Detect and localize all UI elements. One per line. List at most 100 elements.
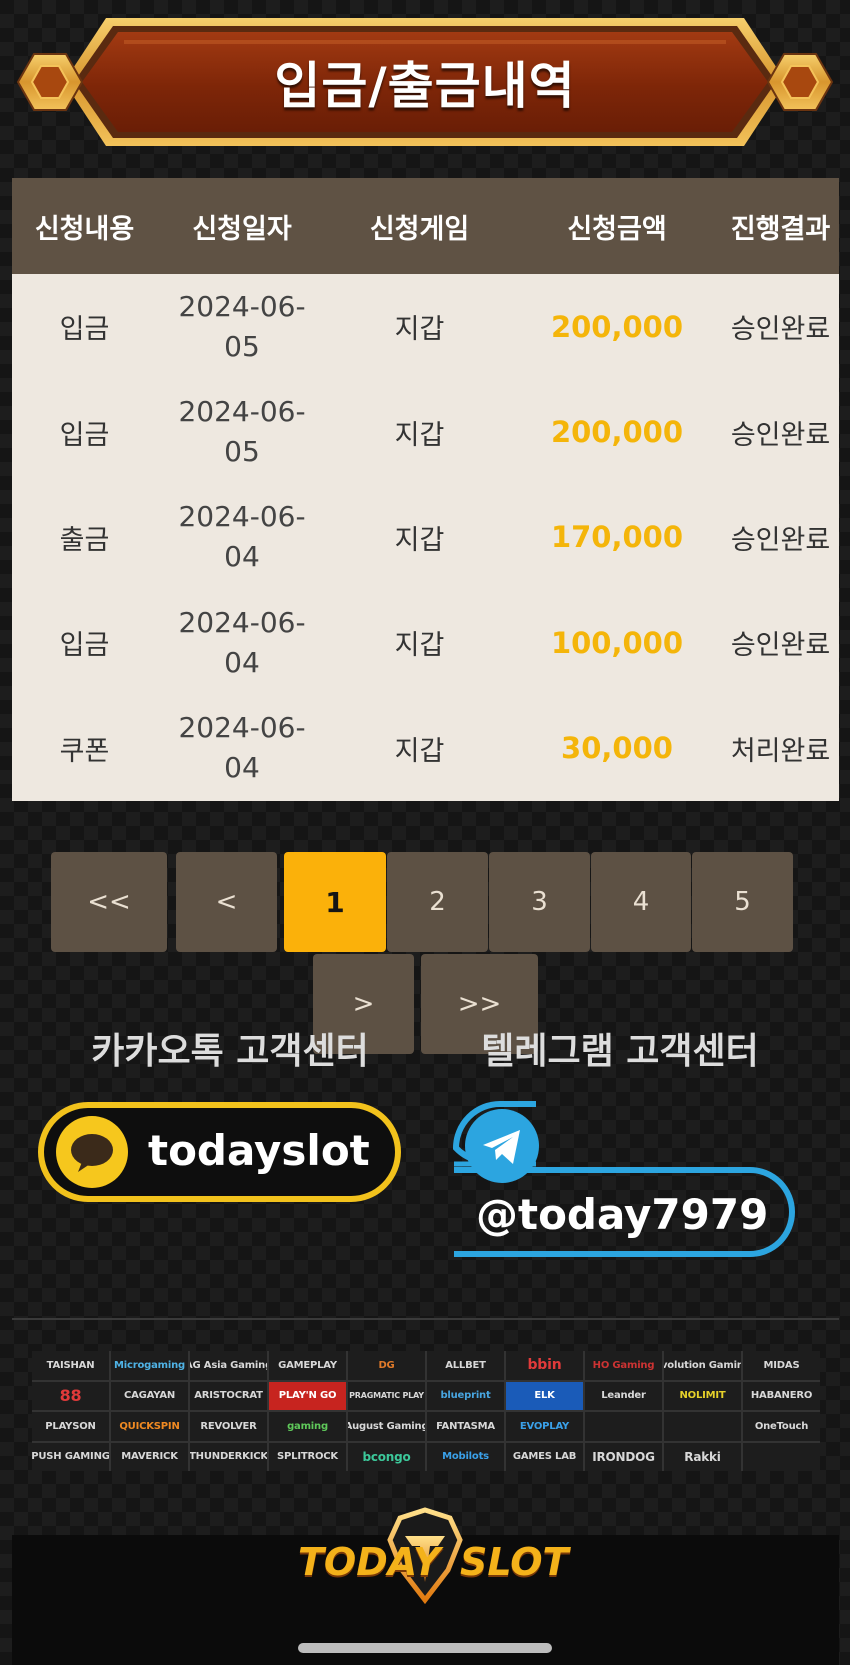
amount-cell: 30,000: [561, 731, 673, 766]
telegram-icon: [465, 1109, 539, 1183]
home-indicator[interactable]: [298, 1643, 552, 1653]
type-cell: 입금: [59, 314, 110, 346]
table-header: 신청내용 신청일자 신청게임 신청금액 진행결과: [12, 178, 839, 274]
provider-logo: Mobilots: [427, 1442, 504, 1471]
date-line: 04: [224, 751, 260, 785]
result-cell: 승인완료: [730, 419, 831, 451]
page-button-3[interactable]: 3: [489, 852, 590, 952]
brand-word: SLOT: [460, 1540, 569, 1584]
provider-logo: bcongo: [348, 1442, 425, 1471]
page-title: 입금/출금내역: [274, 57, 576, 115]
today-slot-logo: TODAY SLOT: [290, 1500, 568, 1610]
provider-logo: OneTouch: [743, 1412, 820, 1441]
table-row: 출금 2024-06- 04 지갑 170,000 승인완료: [12, 485, 839, 590]
first-page-button[interactable]: <<: [51, 852, 167, 952]
column-header: 신청금액: [567, 213, 667, 245]
result-cell: 승인완료: [730, 524, 831, 556]
provider-logo: CAGAYAN: [111, 1381, 188, 1410]
provider-logo: REVOLVER: [190, 1412, 267, 1441]
date-line: 2024-06-: [178, 711, 306, 745]
provider-logo: FANTASMA: [427, 1412, 504, 1441]
date-line: 2024-06-: [178, 395, 306, 429]
table-row: 입금 2024-06- 04 지갑 100,000 승인완료: [12, 590, 839, 695]
page-button-1[interactable]: 1: [284, 852, 386, 952]
page-button-5[interactable]: 5: [692, 852, 793, 952]
provider-logo: DG: [348, 1351, 425, 1380]
provider-logo: THUNDERKICK: [190, 1442, 267, 1471]
type-cell: 입금: [59, 630, 110, 662]
kakao-chat-icon: [56, 1116, 128, 1188]
provider-logo: QUICKSPIN: [111, 1412, 188, 1441]
provider-logo: HO Gaming: [585, 1351, 662, 1380]
page-button-4[interactable]: 4: [591, 852, 691, 952]
table-row: 입금 2024-06- 05 지갑 200,000 승인완료: [12, 379, 839, 484]
game-cell: 지갑: [394, 314, 445, 346]
provider-logo: [585, 1412, 662, 1441]
date-cell: 2024-06- 04: [157, 708, 327, 788]
result-cell: 처리완료: [730, 735, 831, 767]
telegram-id: @today7979: [476, 1190, 769, 1239]
provider-logo: Leander: [585, 1381, 662, 1410]
date-line: 05: [224, 329, 260, 363]
game-cell: 지갑: [394, 735, 445, 767]
prev-page-button[interactable]: <: [176, 852, 277, 952]
provider-logo: PUSH GAMING: [32, 1442, 109, 1471]
divider: [12, 1318, 839, 1320]
page-button-2[interactable]: 2: [387, 852, 488, 952]
provider-logo: PLAY'N GO: [269, 1381, 346, 1410]
date-line: 04: [224, 540, 260, 574]
date-line: 2024-06-: [178, 289, 306, 323]
provider-logo: August Gaming: [348, 1412, 425, 1441]
result-cell: 승인완료: [730, 314, 831, 346]
title-banner: 입금/출금내역: [14, 14, 836, 150]
provider-logo: EVOPLAY: [506, 1412, 583, 1441]
amount-cell: 200,000: [550, 415, 684, 450]
table-row: 입금 2024-06- 05 지갑 200,000 승인완료: [12, 274, 839, 379]
provider-logo: PRAGMATIC PLAY: [348, 1381, 425, 1410]
provider-logo: MIDAS: [743, 1351, 820, 1380]
column-header: 진행결과: [730, 213, 831, 245]
kakao-support-heading: 카카오톡 고객센터: [91, 1031, 369, 1072]
provider-logo: TAISHAN: [32, 1351, 109, 1380]
provider-logo: NOLIMIT: [664, 1381, 741, 1410]
date-cell: 2024-06- 04: [157, 603, 327, 683]
provider-logo: PLAYSON: [32, 1412, 109, 1441]
amount-cell: 200,000: [550, 309, 684, 344]
result-cell: 승인완료: [730, 630, 831, 662]
provider-logo: ELK: [506, 1381, 583, 1410]
type-cell: 입금: [59, 419, 110, 451]
table-row: 쿠폰 2024-06- 04 지갑 30,000 처리완료: [12, 696, 839, 801]
provider-logo: [743, 1442, 820, 1471]
history-table: 신청내용 신청일자 신청게임 신청금액 진행결과 입금 2024-06- 05 지…: [12, 178, 839, 801]
game-cell: 지갑: [394, 524, 445, 556]
column-header: 신청게임: [369, 213, 470, 245]
game-cell: 지갑: [394, 630, 445, 662]
provider-logo: gaming: [269, 1412, 346, 1441]
date-line: 04: [224, 645, 260, 679]
provider-logo: HABANERO: [743, 1381, 820, 1410]
column-header: 신청내용: [34, 213, 135, 245]
date-line: 2024-06-: [178, 605, 306, 639]
provider-logo: MAVERICK: [111, 1442, 188, 1471]
date-line: 2024-06-: [178, 500, 306, 534]
kakao-contact-button[interactable]: todayslot: [38, 1102, 401, 1202]
column-header: 신청일자: [192, 213, 292, 245]
provider-logo: AG Asia Gaming: [190, 1351, 267, 1380]
date-line: 05: [224, 435, 260, 469]
date-cell: 2024-06- 04: [157, 497, 327, 577]
provider-logo: bbin: [506, 1351, 583, 1380]
provider-logo: GAMES LAB: [506, 1442, 583, 1471]
provider-logo: Rakki: [664, 1442, 741, 1471]
provider-logo: SPLITROCK: [269, 1442, 346, 1471]
type-cell: 쿠폰: [59, 735, 110, 767]
provider-logo: [664, 1412, 741, 1441]
brand-word: TODAY: [298, 1540, 441, 1584]
game-cell: 지갑: [394, 419, 445, 451]
amount-cell: 170,000: [550, 520, 684, 555]
date-cell: 2024-06- 05: [157, 287, 327, 367]
provider-logo: Microgaming: [111, 1351, 188, 1380]
provider-logo: 88: [32, 1381, 109, 1410]
telegram-contact-button[interactable]: @today7979: [450, 1098, 810, 1268]
date-cell: 2024-06- 05: [157, 392, 327, 472]
provider-logo-grid: TAISHAN Microgaming AG Asia Gaming GAMEP…: [32, 1351, 820, 1471]
